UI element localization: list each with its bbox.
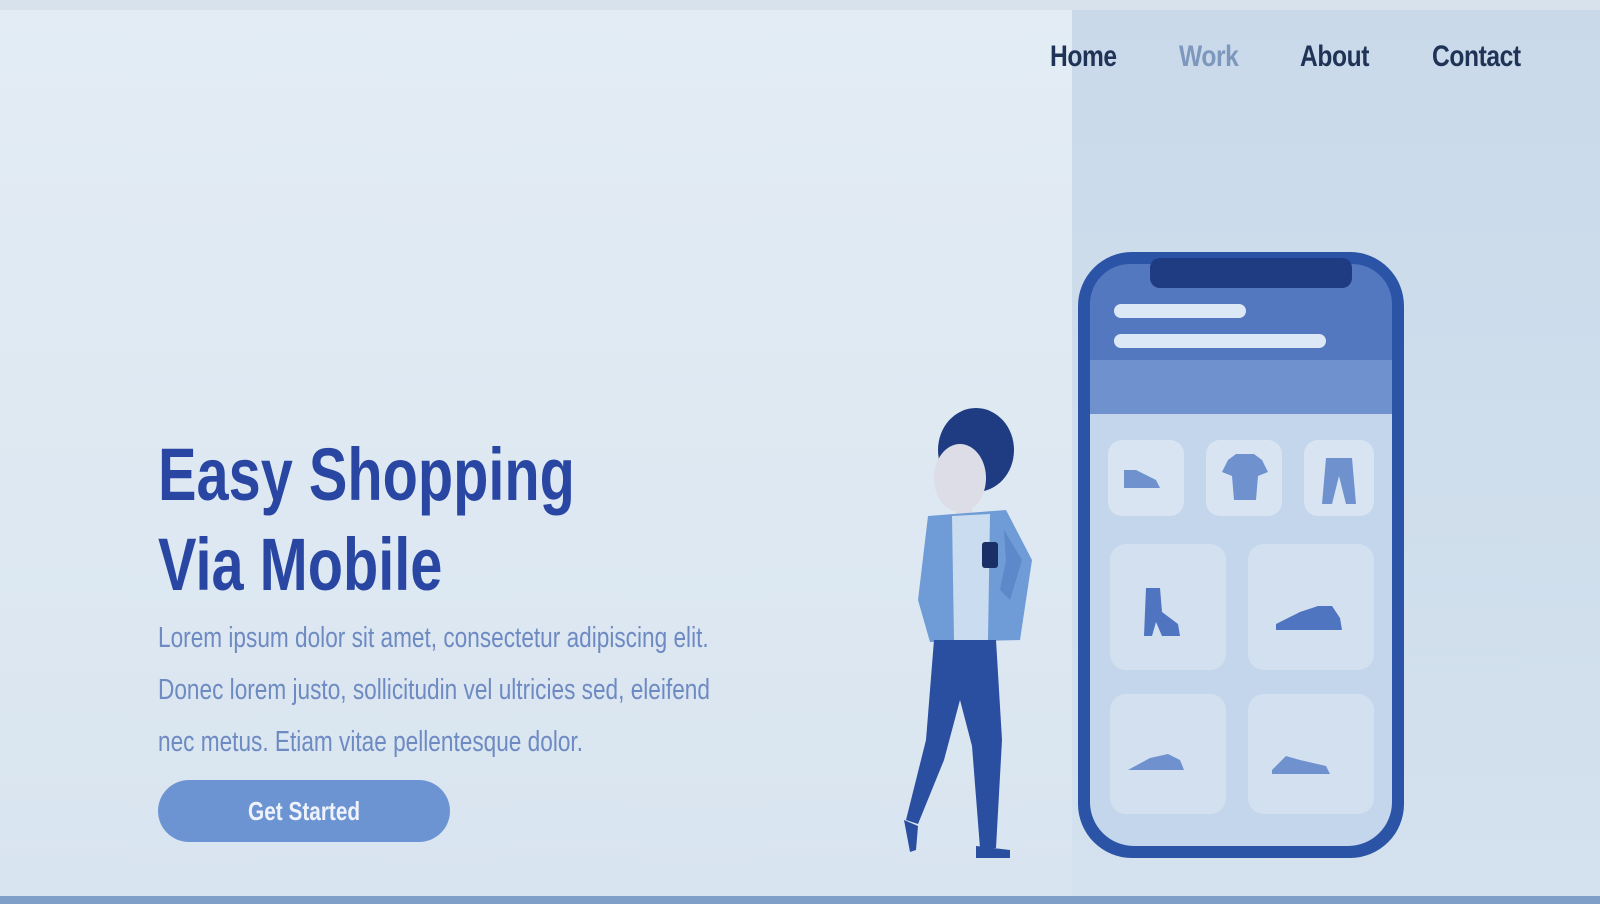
woman-pants (906, 640, 1002, 848)
woman-illustration (904, 408, 1032, 858)
phone-text-line-2 (1114, 334, 1326, 348)
bottom-edge (0, 896, 1600, 904)
phone-header-band (1090, 360, 1392, 414)
phone-notch (1150, 258, 1352, 288)
woman-shirt (952, 514, 990, 640)
tile-boot (1110, 544, 1226, 670)
shopping-illustration (904, 252, 1404, 858)
phone-illustration (1078, 252, 1404, 858)
phone-text-line-1 (1114, 304, 1246, 318)
tile-pants (1304, 440, 1374, 516)
tile-sneaker-1 (1248, 544, 1374, 670)
woman-phone-icon (982, 542, 998, 568)
woman-shoe-left (904, 820, 918, 852)
tile-sneaker-2 (1248, 694, 1374, 814)
